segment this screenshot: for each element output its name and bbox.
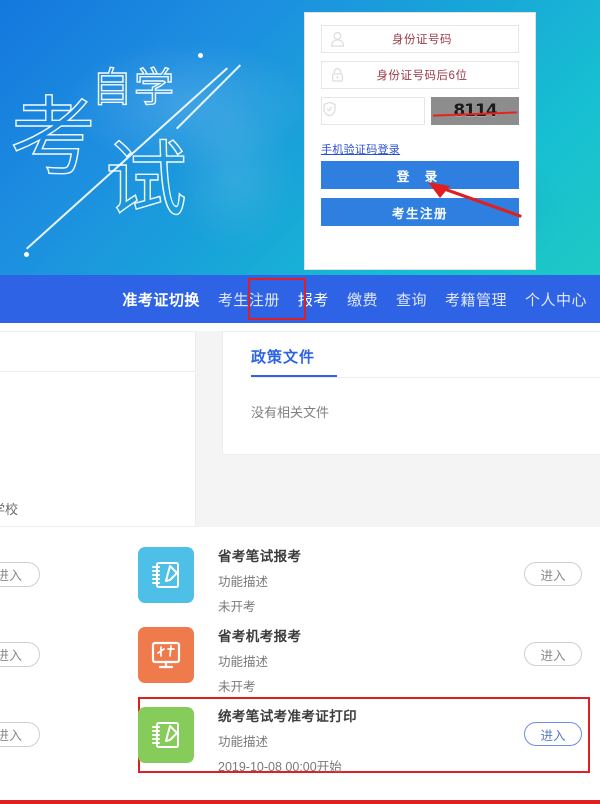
id-last6-field[interactable]: 身份证号码后6位 [321, 61, 519, 89]
policy-files-tab[interactable]: 政策文件 [251, 346, 337, 378]
enter-button[interactable]: 进入 [524, 642, 582, 666]
notebook-pencil-icon [138, 547, 194, 603]
list-item-desc: 功能描述 [218, 735, 269, 749]
list-item-desc: 功能描述 [218, 575, 269, 589]
list-item-text: 省考机考报考 功能描述 未开考 [218, 625, 301, 695]
edge-enter-button[interactable]: 进入 [0, 722, 40, 747]
id-last6-placeholder: 身份证号码后6位 [376, 70, 468, 82]
left-panel: 学校 [0, 331, 196, 527]
list-item-meta: 2019-10-08 00:00开始 [218, 760, 342, 774]
policy-files-divider [251, 377, 600, 378]
list-item-desc: 功能描述 [218, 655, 269, 669]
panels-section: 学校 政策文件 没有相关文件 [0, 323, 600, 535]
login-card: 身份证号码 身份证号码后6位 8114 手机验证码登录 登 录 考生注册 [304, 12, 536, 270]
edge-enter-button[interactable]: 进入 [0, 642, 40, 667]
main-navigation: 准考证切换 考生注册 报考 缴费 查询 考籍管理 个人中心 [0, 275, 600, 323]
enter-button[interactable]: 进入 [524, 722, 582, 746]
list-item-highlight-box [138, 697, 590, 773]
content-area: 学校 政策文件 没有相关文件 进入 [0, 323, 600, 804]
user-icon [322, 31, 352, 47]
nav-item-kaosheng-zhuce[interactable]: 考生注册 [209, 289, 289, 310]
sms-login-link[interactable]: 手机验证码登录 [321, 141, 400, 157]
list-item-meta: 未开考 [218, 600, 256, 614]
policy-files-panel: 政策文件 没有相关文件 [222, 331, 600, 455]
bottom-red-rule [0, 800, 600, 804]
list-item[interactable]: 进入 省考笔试报考 功能描述 未开考 进入 [0, 535, 600, 615]
hero-dot-bottom [24, 252, 29, 257]
enter-button[interactable]: 进入 [524, 562, 582, 586]
login-button[interactable]: 登 录 [321, 161, 519, 189]
captcha-code: 8114 [453, 101, 497, 121]
id-number-field[interactable]: 身份证号码 [321, 25, 519, 53]
left-panel-tab-strip [0, 332, 195, 372]
list-item-text: 统考笔试考准考证打印 功能描述 2019-10-08 00:00开始 [218, 705, 357, 775]
captcha-image[interactable]: 8114 [431, 97, 519, 125]
panel-grey-filler [196, 455, 600, 527]
left-panel-footer-label: 学校 [0, 502, 19, 517]
list-item-title: 统考笔试考准考证打印 [218, 709, 357, 724]
monitor-icon [138, 627, 194, 683]
policy-files-title: 政策文件 [251, 349, 316, 366]
captcha-row: 8114 [321, 97, 519, 125]
nav-item-jiaofei[interactable]: 缴费 [338, 289, 387, 310]
nav-item-baokao[interactable]: 报考 [289, 289, 338, 310]
shield-icon [322, 101, 337, 122]
nav-item-chaxun[interactable]: 查询 [387, 289, 436, 310]
lock-icon [322, 67, 352, 83]
list-item[interactable]: 进入 省考机考报考 功能描述 未开考 进入 [0, 615, 600, 695]
list-item-title: 省考笔试报考 [218, 549, 302, 564]
list-item[interactable]: 进入 统考笔试考准考证打印 功能描述 2019-10-08 00:00开始 进入 [0, 695, 600, 775]
id-number-placeholder: 身份证号码 [392, 34, 452, 46]
hero-word-shi: 试 [104, 135, 188, 226]
hero-dot-top [198, 53, 203, 58]
edge-enter-button[interactable]: 进入 [0, 562, 40, 587]
captcha-input[interactable] [321, 97, 425, 125]
list-item-title: 省考机考报考 [218, 629, 302, 644]
function-list: 进入 省考笔试报考 功能描述 未开考 进入 进入 省考机考报考 功能描述 未开考… [0, 535, 600, 775]
nav-item-geren-zhongxin[interactable]: 个人中心 [516, 289, 596, 310]
notebook-pencil-icon [138, 707, 194, 763]
hero-diagonal-short [176, 64, 241, 130]
hero-word-kao: 考 [9, 90, 96, 186]
policy-files-empty-text: 没有相关文件 [251, 405, 330, 420]
list-item-text: 省考笔试报考 功能描述 未开考 [218, 545, 301, 615]
hero-word-zixue: 自学 [91, 66, 176, 110]
nav-item-zhunkaozheng-qiehuan[interactable]: 准考证切换 [113, 289, 209, 310]
nav-item-kaoji-guanli[interactable]: 考籍管理 [436, 289, 516, 310]
register-button[interactable]: 考生注册 [321, 198, 519, 226]
hero-banner: 自学 考 试 身份证号码 身份证号码后6位 8114 手机验证码登录 登 录 考… [0, 0, 600, 275]
list-item-meta: 未开考 [218, 680, 256, 694]
